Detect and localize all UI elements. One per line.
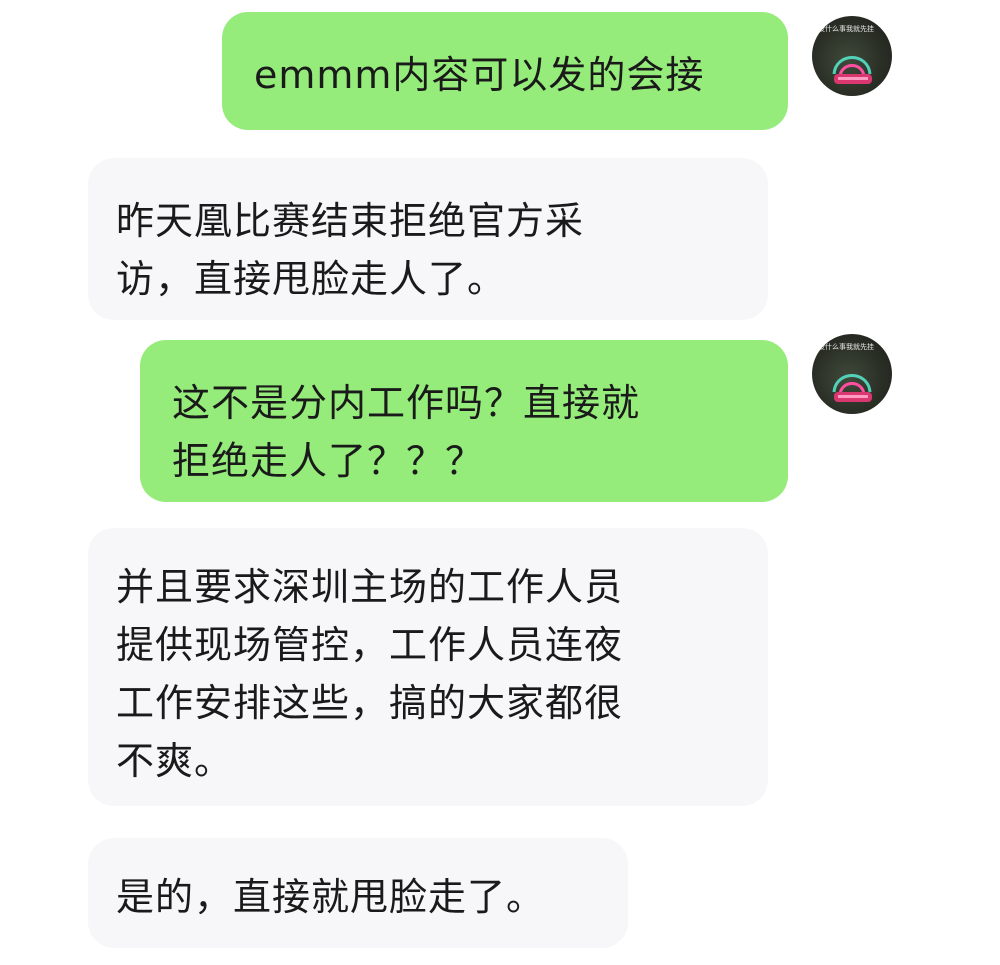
avatar-caption: 没什么事我就先挂 (818, 25, 874, 33)
outgoing-message-bubble[interactable]: 这不是分内工作吗？直接就 拒绝走人了？？？ (140, 340, 788, 502)
message-text: emmm内容可以发的会接 (254, 53, 705, 97)
message-text: 是的，直接就甩脸走了。 (116, 875, 546, 919)
avatar-caption: 没什么事我就先挂 (818, 343, 874, 351)
message-text: 昨天凰比赛结束拒绝官方采 访，直接甩脸走人了。 (116, 199, 585, 301)
outgoing-message-bubble[interactable]: emmm内容可以发的会接 (222, 12, 788, 130)
message-text: 这不是分内工作吗？直接就 拒绝走人了？？？ (172, 381, 641, 483)
avatar[interactable]: 没什么事我就先挂 (812, 16, 892, 96)
message-text: 并且要求深圳主场的工作人员 提供现场管控，工作人员连夜 工作安排这些，搞的大家都… (116, 565, 624, 783)
incoming-message-bubble[interactable]: 是的，直接就甩脸走了。 (88, 838, 628, 948)
incoming-message-bubble[interactable]: 昨天凰比赛结束拒绝官方采 访，直接甩脸走人了。 (88, 158, 768, 320)
avatar[interactable]: 没什么事我就先挂 (812, 334, 892, 414)
incoming-message-bubble[interactable]: 并且要求深圳主场的工作人员 提供现场管控，工作人员连夜 工作安排这些，搞的大家都… (88, 528, 768, 806)
